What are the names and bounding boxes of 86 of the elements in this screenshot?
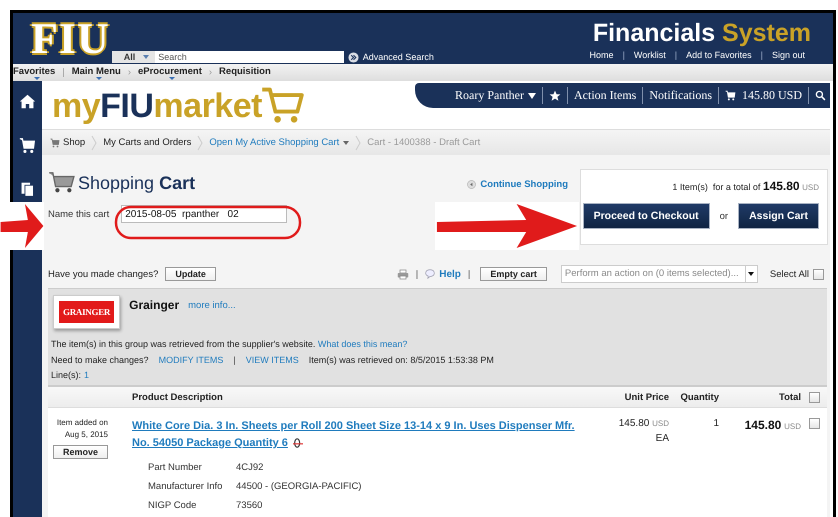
item-added-date: Aug 5, 2015 bbox=[64, 430, 108, 439]
advanced-search-link[interactable]: Advanced Search bbox=[362, 52, 434, 62]
unit-of-measure: EA bbox=[656, 433, 669, 444]
header-link[interactable]: Sign out bbox=[772, 50, 805, 60]
changes-prompt: Have you made changes? bbox=[48, 268, 158, 280]
column-header: Quantity bbox=[679, 392, 719, 402]
separator: | bbox=[416, 268, 418, 280]
system-title: Financials System bbox=[592, 18, 811, 48]
column-header: Product Description bbox=[132, 392, 224, 402]
chevron-icon bbox=[355, 134, 362, 150]
more-info-link[interactable]: more info... bbox=[188, 300, 236, 311]
separator: | bbox=[468, 268, 470, 280]
back-icon bbox=[467, 180, 476, 188]
separator: › bbox=[208, 67, 212, 78]
attribute-label: Part Number bbox=[148, 462, 203, 473]
header-link[interactable]: Worklist bbox=[634, 50, 666, 60]
field-label: Name this cart bbox=[48, 208, 110, 220]
assign-cart-button[interactable]: Assign Cart bbox=[738, 203, 819, 229]
menu-item[interactable]: eProcurement bbox=[138, 66, 206, 80]
separator: | bbox=[622, 50, 625, 60]
separator: | bbox=[760, 50, 763, 60]
breadcrumb-link[interactable]: Shop bbox=[63, 137, 86, 148]
page-title: Shopping Cart bbox=[78, 173, 196, 193]
separator: › bbox=[128, 67, 131, 78]
continue-shopping-link[interactable]: Continue Shopping bbox=[467, 178, 568, 190]
action-dropdown[interactable]: Perform an action on (0 items selected)... bbox=[560, 265, 758, 283]
remove-button[interactable]: Remove bbox=[52, 445, 108, 459]
product-title-link[interactable]: White Core Dia. 3 In. Sheets per Roll 200 Sheet Size 13-14 x 9 In. Uses Dispenser Mfr. No. 54050 Package Quantity 6 bbox=[132, 418, 589, 452]
speech-bubble-icon bbox=[425, 269, 436, 279]
attribute-value: 4CJ92 bbox=[236, 462, 264, 473]
item-added-label: Item added on bbox=[56, 418, 108, 427]
cart-icon[interactable] bbox=[724, 90, 736, 101]
supplier-note: The item(s) in this group was retrieved from the supplier's website. What does this mean? bbox=[51, 339, 408, 349]
attribute-label: NIGP Code bbox=[148, 500, 198, 511]
attribute-value: 44500 - (GEORGIA-PACIFIC) bbox=[236, 481, 362, 492]
update-button[interactable]: Update bbox=[165, 267, 216, 281]
attribute-value: 73560 bbox=[236, 500, 264, 511]
breadcrumb-link[interactable]: My Carts and Orders bbox=[103, 137, 192, 148]
lines-label: Line(s): bbox=[51, 370, 82, 380]
help-link[interactable]: Help bbox=[439, 268, 461, 280]
star-icon[interactable] bbox=[549, 90, 561, 102]
unit-price: 145.80 USD bbox=[618, 418, 669, 429]
documents-icon[interactable] bbox=[19, 181, 36, 198]
pin-icon bbox=[292, 438, 304, 448]
header-link[interactable]: Home bbox=[590, 50, 614, 60]
scope-dropdown[interactable]: All bbox=[112, 51, 156, 63]
empty-cart-button[interactable]: Empty cart bbox=[480, 267, 547, 281]
cart-total-link[interactable]: 145.80 USD bbox=[742, 88, 802, 103]
or-text: or bbox=[720, 210, 728, 222]
column-header: Total bbox=[778, 392, 801, 402]
cart-icon bbox=[50, 138, 60, 148]
search-field[interactable]: All Search bbox=[112, 51, 344, 63]
select-all-checkbox[interactable] bbox=[813, 268, 824, 280]
separator: | bbox=[674, 50, 678, 60]
fiu-logo: FIU bbox=[31, 16, 110, 60]
separator: | bbox=[233, 355, 236, 365]
grainger-logo: GRAINGER bbox=[53, 295, 120, 329]
retrieved-date: Item(s) was retrieved on: 8/5/2015 1:53:38 PM bbox=[308, 355, 494, 365]
myfiumarket-logo: myFIUmarket bbox=[52, 85, 304, 125]
menu-item[interactable]: Main Menu bbox=[72, 66, 125, 80]
supplier-name: Grainger bbox=[129, 298, 180, 312]
select-all-checkbox[interactable] bbox=[808, 392, 820, 402]
proceed-to-checkout-button[interactable]: Proceed to Checkout bbox=[582, 203, 710, 229]
row-checkbox[interactable] bbox=[808, 418, 820, 429]
home-icon[interactable] bbox=[19, 93, 36, 110]
line-total: 145.80 USD bbox=[744, 418, 801, 432]
select-all-label: Select All bbox=[770, 268, 809, 280]
cart-icon[interactable] bbox=[19, 137, 36, 154]
attribute-label: Manufacturer Info bbox=[148, 481, 224, 492]
cart-summary: 1 Item(s) for a total of 145.80 USD bbox=[672, 179, 819, 193]
printer-icon[interactable] bbox=[396, 268, 409, 280]
action-items-link[interactable]: Action Items bbox=[574, 88, 636, 103]
column-header: Unit Price bbox=[624, 392, 669, 402]
changes-prompt: Need to make changes? bbox=[51, 355, 149, 365]
notifications-link[interactable]: Notifications bbox=[649, 88, 712, 103]
separator: | bbox=[62, 67, 65, 78]
chevron-icon bbox=[197, 134, 204, 150]
header-link[interactable]: Add to Favorites bbox=[686, 50, 752, 60]
user-menu[interactable]: Roary Panther bbox=[455, 88, 536, 103]
menu-item[interactable]: Requisition bbox=[219, 66, 275, 80]
breadcrumb-current: Cart - 1400388 - Draft Cart bbox=[367, 137, 480, 148]
chevron-icon bbox=[91, 134, 98, 150]
breadcrumb-menu[interactable]: Open My Active Shopping Cart bbox=[209, 137, 350, 148]
search-icon[interactable] bbox=[815, 90, 826, 101]
cart-icon bbox=[48, 171, 76, 193]
quantity-value: 1 bbox=[713, 418, 719, 429]
